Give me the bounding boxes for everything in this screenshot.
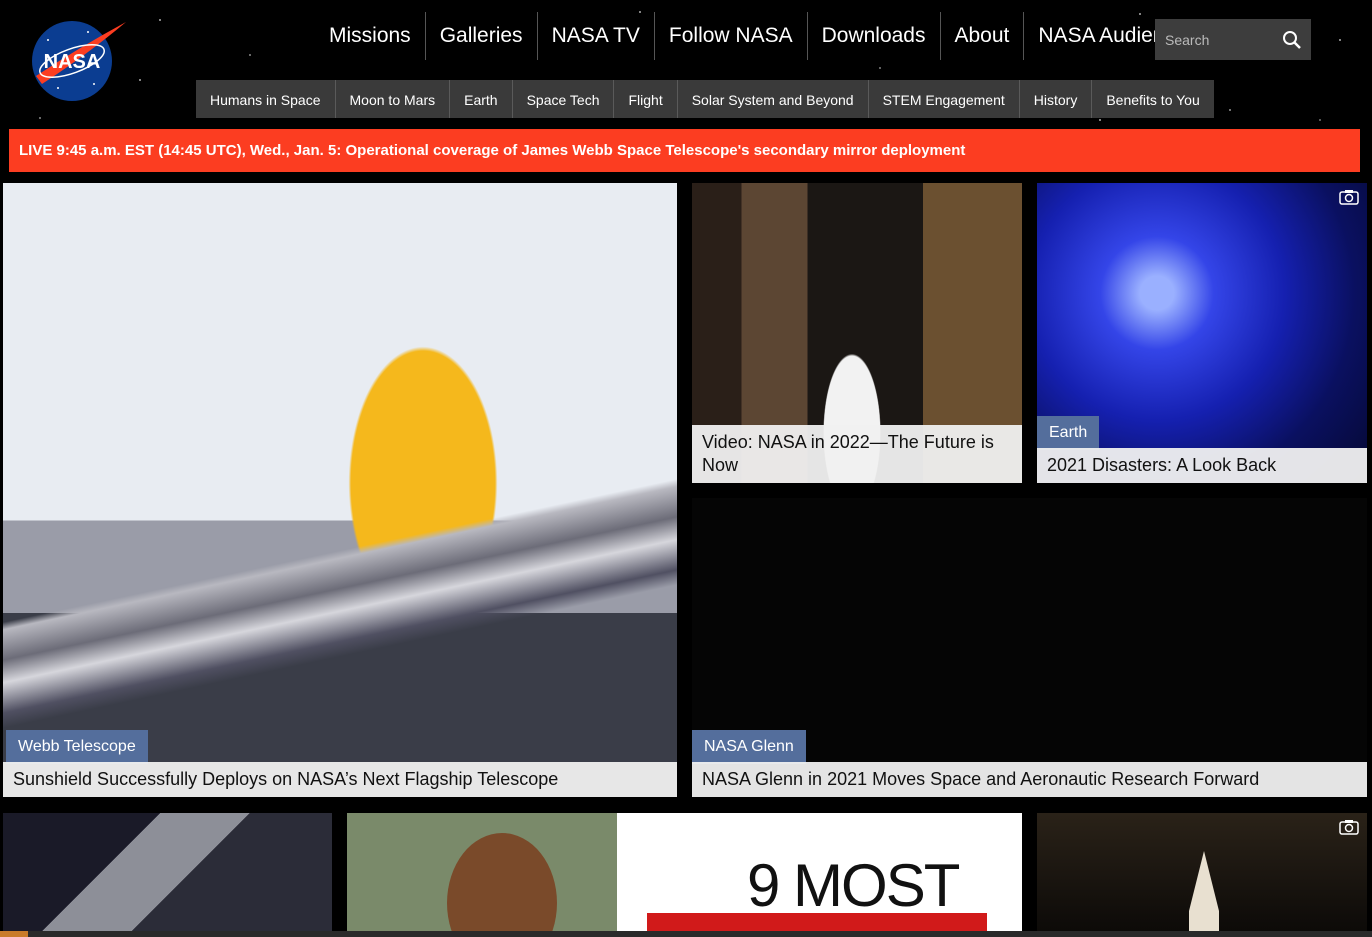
- card-category[interactable]: Webb Telescope: [6, 730, 148, 764]
- topic-flight[interactable]: Flight: [613, 80, 676, 118]
- topic-moon-to-mars[interactable]: Moon to Mars: [334, 80, 450, 118]
- nav-galleries[interactable]: Galleries: [424, 12, 537, 60]
- nasa-logo[interactable]: NASA: [28, 18, 128, 104]
- card-2021-disasters[interactable]: Earth 2021 Disasters: A Look Back: [1037, 183, 1367, 483]
- search-icon: [1283, 30, 1301, 49]
- card-rocket-arch[interactable]: [1037, 813, 1367, 933]
- rocket-icon: [1189, 851, 1219, 933]
- card-satellite[interactable]: [3, 813, 332, 933]
- card-headline: 9 MOST: [747, 852, 960, 919]
- scrollbar-thumb[interactable]: [0, 931, 28, 937]
- topic-stem-engagement[interactable]: STEM Engagement: [867, 80, 1019, 118]
- topic-nav: Humans in Space Moon to Mars Earth Space…: [196, 80, 1214, 118]
- nav-follow-nasa[interactable]: Follow NASA: [653, 12, 807, 60]
- card-memorable-moments[interactable]: 9 MOST: [347, 813, 1022, 933]
- svg-text:NASA: NASA: [44, 51, 101, 73]
- search-box: [1155, 19, 1311, 60]
- card-title[interactable]: NASA Glenn in 2021 Moves Space and Aeron…: [692, 762, 1367, 797]
- card-category[interactable]: Earth: [1037, 416, 1100, 450]
- nav-about[interactable]: About: [939, 12, 1024, 60]
- card-category[interactable]: NASA Glenn: [692, 730, 806, 764]
- horizontal-scrollbar[interactable]: [0, 931, 1372, 937]
- card-title[interactable]: 2021 Disasters: A Look Back: [1037, 448, 1367, 483]
- topic-solar-system[interactable]: Solar System and Beyond: [676, 80, 868, 118]
- card-nasa-glenn[interactable]: NASA Glenn NASA Glenn in 2021 Moves Spac…: [692, 498, 1367, 797]
- card-webb-telescope[interactable]: Webb Telescope Sunshield Successfully De…: [3, 183, 677, 797]
- nav-missions[interactable]: Missions: [315, 12, 425, 60]
- topic-benefits[interactable]: Benefits to You: [1091, 80, 1213, 118]
- topic-space-tech[interactable]: Space Tech: [511, 80, 614, 118]
- topic-humans-in-space[interactable]: Humans in Space: [196, 80, 335, 118]
- nav-downloads[interactable]: Downloads: [806, 12, 940, 60]
- live-banner[interactable]: LIVE 9:45 a.m. EST (14:45 UTC), Wed., Ja…: [9, 129, 1360, 172]
- card-photo: [447, 833, 557, 933]
- camera-icon: [1339, 190, 1359, 205]
- main-nav: Missions Galleries NASA TV Follow NASA D…: [315, 12, 1211, 60]
- nav-nasa-tv[interactable]: NASA TV: [536, 12, 654, 60]
- search-input[interactable]: [1155, 31, 1273, 48]
- camera-icon: [1339, 820, 1359, 835]
- card-headline-red-text: [647, 913, 987, 933]
- topic-history[interactable]: History: [1018, 80, 1092, 118]
- card-nasa-2022-video[interactable]: Video: NASA in 2022—The Future is Now: [692, 183, 1022, 483]
- search-button[interactable]: [1273, 19, 1311, 60]
- card-title[interactable]: Sunshield Successfully Deploys on NASA’s…: [3, 762, 677, 797]
- topic-earth[interactable]: Earth: [449, 80, 511, 118]
- card-title[interactable]: Video: NASA in 2022—The Future is Now: [692, 425, 1022, 483]
